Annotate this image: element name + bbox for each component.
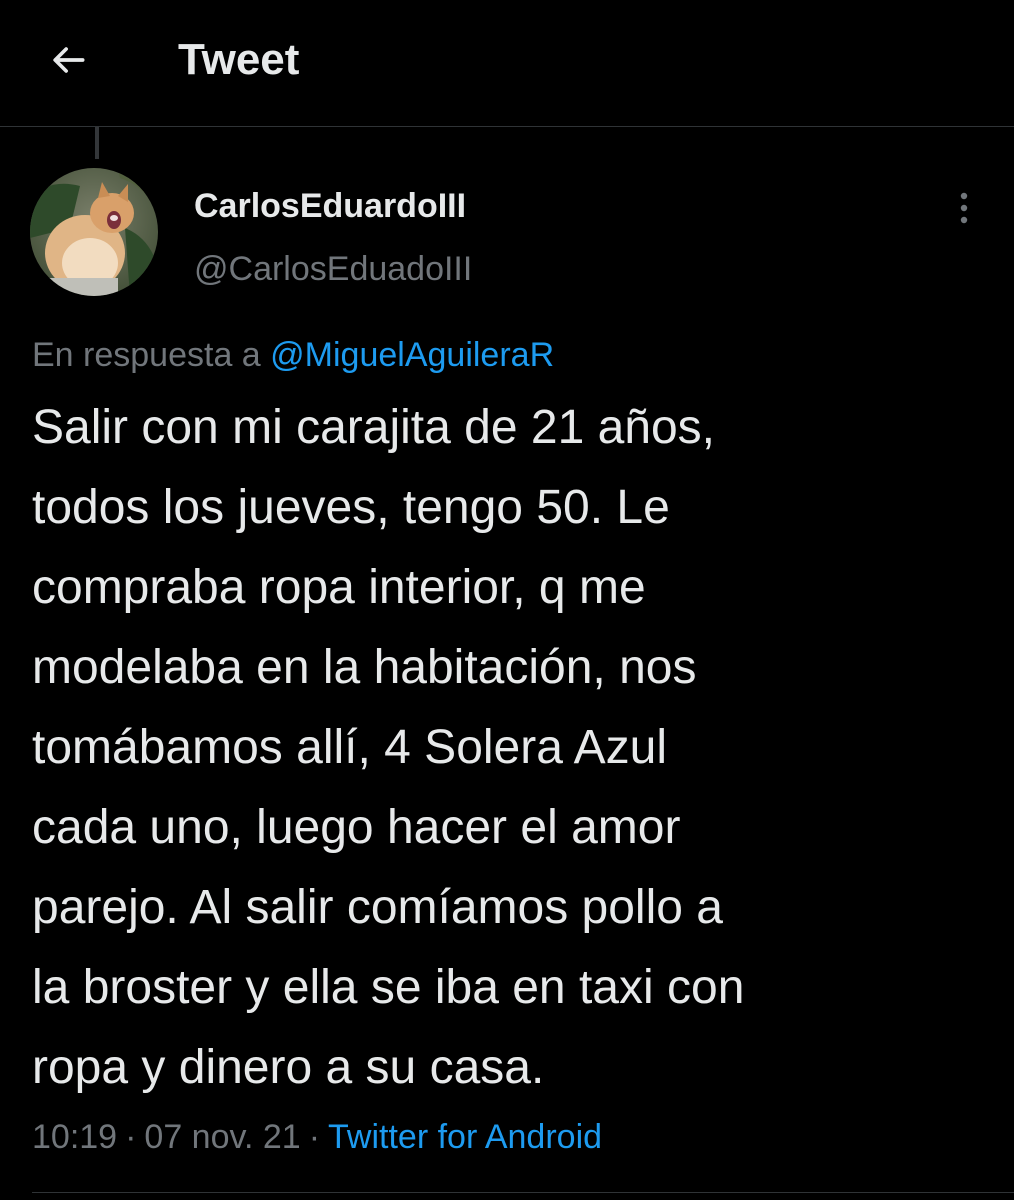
tweet-metadata: 10:19 · 07 nov. 21 · Twitter for Android	[32, 1115, 602, 1159]
separator: ·	[308, 1118, 321, 1156]
thread-connector-line	[95, 127, 99, 159]
author-handle[interactable]: @CarlosEduadoIII	[194, 248, 472, 290]
divider	[32, 1192, 1014, 1193]
page-title: Tweet	[178, 35, 300, 84]
more-vertical-icon	[960, 192, 968, 224]
reply-mention-link[interactable]: @MiguelAguileraR	[270, 336, 554, 374]
arrow-left-icon	[53, 47, 85, 73]
avatar[interactable]	[30, 168, 158, 296]
tweet-source-link[interactable]: Twitter for Android	[328, 1118, 602, 1156]
tweet-time[interactable]: 10:19	[32, 1118, 117, 1156]
cat-photo-avatar	[30, 168, 158, 296]
reply-prefix: En respuesta a	[32, 336, 261, 374]
more-options-button[interactable]	[940, 184, 988, 232]
tweet-date[interactable]: 07 nov. 21	[144, 1118, 300, 1156]
reply-context: En respuesta a @MiguelAguileraR	[32, 333, 554, 377]
separator: ·	[125, 1118, 137, 1156]
author-display-name[interactable]: CarlosEduardoIII	[194, 185, 466, 227]
tweet-body: Salir con mi carajita de 21 años, todos …	[32, 401, 745, 1094]
back-button[interactable]	[40, 32, 96, 88]
top-bar: Tweet	[0, 0, 1014, 127]
